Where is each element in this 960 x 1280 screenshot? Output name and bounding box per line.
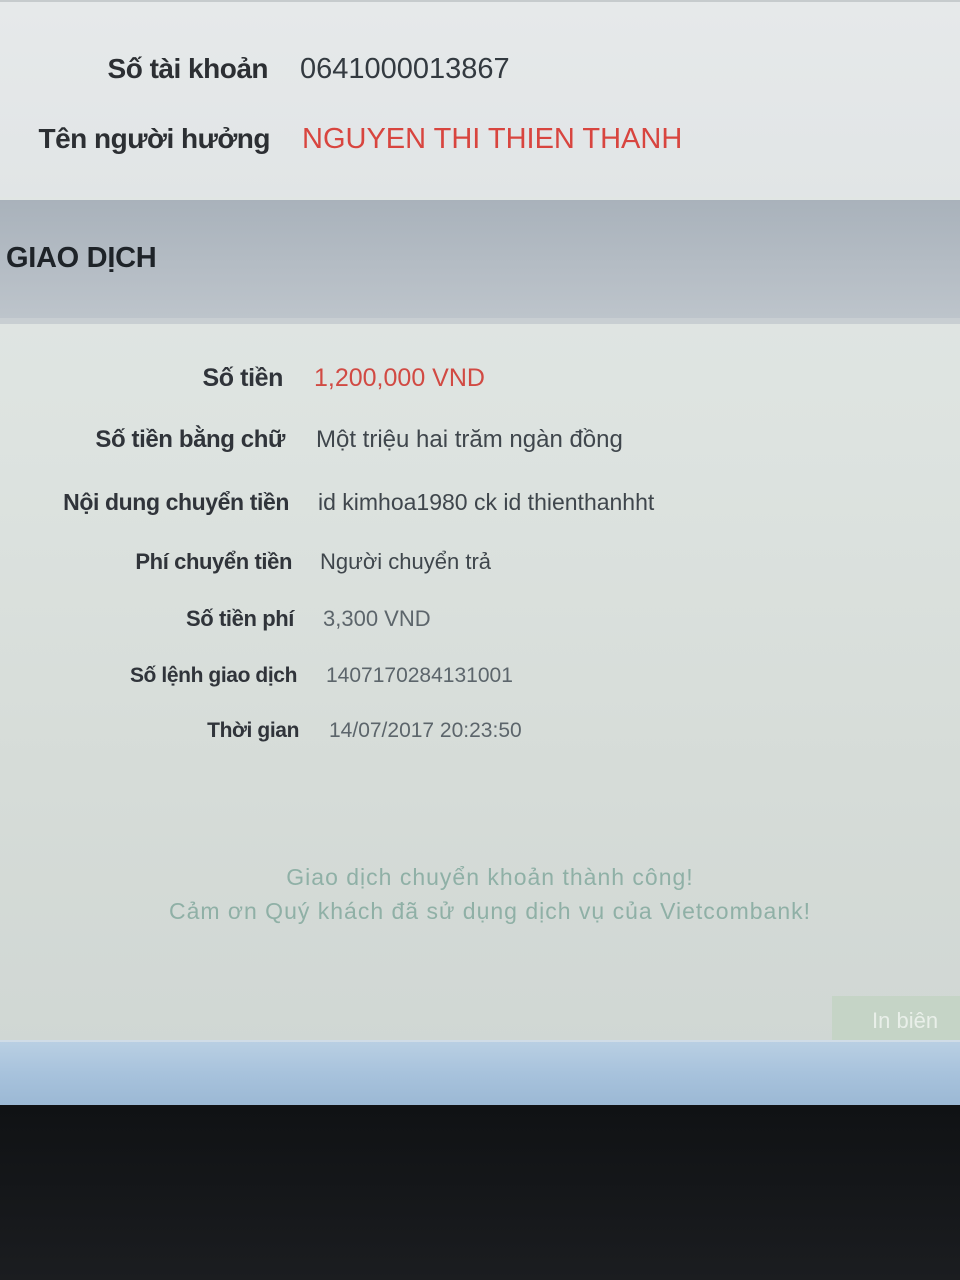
detail-row-amount-words: Số tiền bằng chữ Một triệu hai trăm ngàn…: [0, 420, 960, 460]
browser-viewport: Số tài khoản 0641000013867 Tên người hưở…: [0, 0, 960, 1105]
transaction-details: Số tiền 1,200,000 VND Số tiền bằng chữ M…: [0, 324, 960, 1044]
detail-row-time: Thời gian 14/07/2017 20:23:50: [0, 711, 960, 751]
amount-words-label: Số tiền bằng chữ: [95, 426, 285, 453]
transfer-content-label: Nội dung chuyển tiền: [63, 489, 289, 515]
amount-words-value: Một triệu hai trăm ngàn đồng: [316, 426, 623, 453]
amount-value: 1,200,000 VND: [314, 364, 485, 392]
detail-row-fee-payer: Phí chuyển tiền Người chuyển trả: [0, 542, 960, 582]
beneficiary-name-row: Tên người hưởng NGUYEN THI THIEN THANH: [0, 114, 960, 164]
thanks-message: Cảm ơn Quý khách đã sử dụng dịch vụ của …: [168, 898, 812, 924]
transfer-content-value: id kimhoa1980 ck id thienthanhht: [318, 489, 655, 515]
section-title: GIAO DỊCH: [6, 242, 157, 274]
account-number-label: Số tài khoản: [107, 53, 269, 84]
transaction-id-label: Số lệnh giao dịch: [129, 664, 297, 687]
transaction-section-header: GIAO DỊCH: [0, 200, 960, 324]
account-number-value: 0641000013867: [300, 53, 510, 85]
detail-row-content: Nội dung chuyển tiền id kimhoa1980 ck id…: [0, 482, 960, 522]
fee-payer-label: Phí chuyển tiền: [135, 549, 292, 574]
time-label: Thời gian: [207, 719, 299, 742]
print-receipt-button[interactable]: In biên: [832, 996, 960, 1046]
taskbar: [0, 1040, 960, 1105]
detail-row-fee-amount: Số tiền phí 3,300 VND: [0, 599, 960, 639]
time-value: 14/07/2017 20:23:50: [329, 719, 522, 742]
beneficiary-name-value: NGUYEN THI THIEN THANH: [302, 123, 683, 155]
recipient-panel: Số tài khoản 0641000013867 Tên người hưở…: [0, 0, 960, 197]
amount-label: Số tiền: [202, 364, 283, 392]
monitor-bezel: [0, 1105, 960, 1280]
transaction-id-value: 1407170284131001: [326, 664, 513, 687]
success-message: Giao dịch chuyển khoản thành công!: [286, 864, 694, 890]
account-number-row: Số tài khoản 0641000013867: [0, 44, 960, 94]
detail-row-amount: Số tiền 1,200,000 VND: [0, 358, 960, 398]
fee-amount-value: 3,300 VND: [323, 606, 431, 631]
beneficiary-name-label: Tên người hưởng: [38, 123, 271, 154]
detail-row-transaction-id: Số lệnh giao dịch 1407170284131001: [0, 656, 960, 696]
fee-payer-value: Người chuyển trả: [320, 549, 492, 574]
fee-amount-label: Số tiền phí: [185, 606, 294, 631]
